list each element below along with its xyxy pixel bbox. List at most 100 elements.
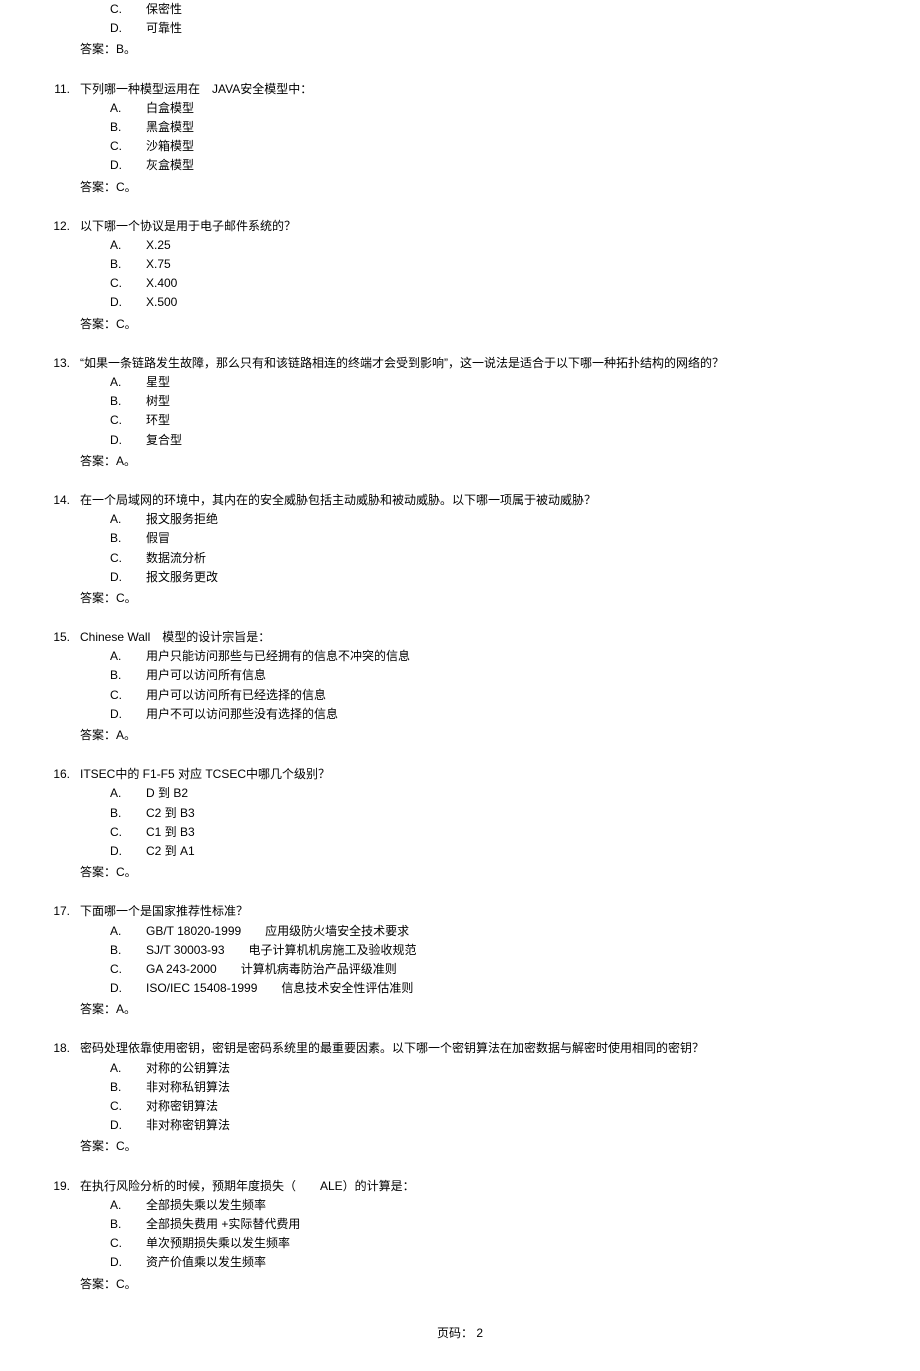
- option-text: 资产价值乘以发生频率: [146, 1253, 880, 1272]
- option-letter: D.: [110, 431, 146, 450]
- question-stem-row: 18.密码处理依靠使用密钥，密钥是密码系统里的最重要因素。以下哪一个密钥算法在加…: [40, 1039, 880, 1058]
- option-letter: A.: [110, 510, 146, 529]
- option-text: ISO/IEC 15408-1999 信息技术安全性评估准则: [146, 979, 880, 998]
- option-text: 全部损失乘以发生频率: [146, 1196, 880, 1215]
- option-row: D.C2 到 A1: [110, 842, 880, 861]
- question-block: 14.在一个局域网的环境中，其内在的安全威胁包括主动威胁和被动威胁。以下哪一项属…: [40, 491, 880, 608]
- answer-line: 答案：C。: [40, 315, 880, 334]
- option-letter: A.: [110, 1196, 146, 1215]
- option-letter: B.: [110, 392, 146, 411]
- footer-page-number: 2: [476, 1326, 483, 1340]
- options-list: A.报文服务拒绝B.假冒C.数据流分析D.报文服务更改: [40, 510, 880, 587]
- question-stem: 在一个局域网的环境中，其内在的安全威胁包括主动威胁和被动威胁。以下哪一项属于被动…: [80, 491, 880, 510]
- question-block: 18.密码处理依靠使用密钥，密钥是密码系统里的最重要因素。以下哪一个密钥算法在加…: [40, 1039, 880, 1156]
- question-stem: ITSEC中的 F1-F5 对应 TCSEC中哪几个级别？: [80, 765, 880, 784]
- question-block: 13.“如果一条链路发生故障，那么只有和该链路相连的终端才会受到影响”，这一说法…: [40, 354, 880, 471]
- question-stem: Chinese Wall 模型的设计宗旨是：: [80, 628, 880, 647]
- question-tail: C.保密性D.可靠性 答案：B。: [40, 0, 880, 60]
- question-number: 15.: [40, 628, 80, 647]
- options-list: A.GB/T 18020-1999 应用级防火墙安全技术要求B.SJ/T 300…: [40, 922, 880, 999]
- option-letter: D.: [110, 1116, 146, 1135]
- option-text: 非对称密钥算法: [146, 1116, 880, 1135]
- answer-line: 答案：C。: [40, 863, 880, 882]
- option-row: D.资产价值乘以发生频率: [110, 1253, 880, 1272]
- option-letter: B.: [110, 666, 146, 685]
- question-block: 16.ITSEC中的 F1-F5 对应 TCSEC中哪几个级别？A.D 到 B2…: [40, 765, 880, 882]
- option-text: 白盒模型: [146, 99, 880, 118]
- question-stem: 下列哪一种模型运用在 JAVA安全模型中：: [80, 80, 880, 99]
- question-block: 17.下面哪一个是国家推荐性标准？A.GB/T 18020-1999 应用级防火…: [40, 902, 880, 1019]
- option-text: 树型: [146, 392, 880, 411]
- option-row: B.C2 到 B3: [110, 804, 880, 823]
- option-row: A.X.25: [110, 236, 880, 255]
- answer-line: 答案：A。: [40, 726, 880, 745]
- option-row: C.数据流分析: [110, 549, 880, 568]
- option-text: X.75: [146, 255, 880, 274]
- option-text: 假冒: [146, 529, 880, 548]
- option-row: C.GA 243-2000 计算机病毒防治产品评级准则: [110, 960, 880, 979]
- options-list: A.白盒模型B.黑盒模型C.沙箱模型D.灰盒模型: [40, 99, 880, 176]
- question-number: 17.: [40, 902, 80, 921]
- option-row: C.C1 到 B3: [110, 823, 880, 842]
- option-letter: D.: [110, 293, 146, 312]
- option-text: GB/T 18020-1999 应用级防火墙安全技术要求: [146, 922, 880, 941]
- question-stem-row: 12.以下哪一个协议是用于电子邮件系统的？: [40, 217, 880, 236]
- question-number: 12.: [40, 217, 80, 236]
- option-letter: C.: [110, 823, 146, 842]
- option-row: D.灰盒模型: [110, 156, 880, 175]
- question-number: 19.: [40, 1177, 80, 1196]
- option-row: D.用户不可以访问那些没有选择的信息: [110, 705, 880, 724]
- question-number: 16.: [40, 765, 80, 784]
- option-row: B.非对称私钥算法: [110, 1078, 880, 1097]
- option-text: 用户不可以访问那些没有选择的信息: [146, 705, 880, 724]
- option-letter: B.: [110, 804, 146, 823]
- option-text: C2 到 A1: [146, 842, 880, 861]
- option-letter: B.: [110, 529, 146, 548]
- option-row: A.报文服务拒绝: [110, 510, 880, 529]
- option-text: 用户只能访问那些与已经拥有的信息不冲突的信息: [146, 647, 880, 666]
- option-row: C.环型: [110, 411, 880, 430]
- option-text: X.25: [146, 236, 880, 255]
- question-stem-row: 14.在一个局域网的环境中，其内在的安全威胁包括主动威胁和被动威胁。以下哪一项属…: [40, 491, 880, 510]
- question-stem-row: 16.ITSEC中的 F1-F5 对应 TCSEC中哪几个级别？: [40, 765, 880, 784]
- option-row: D.可靠性: [110, 19, 880, 38]
- question-stem: 在执行风险分析的时候，预期年度损失（ ALE）的计算是：: [80, 1177, 880, 1196]
- question-number: 18.: [40, 1039, 80, 1058]
- option-letter: D.: [110, 705, 146, 724]
- option-row: C.X.400: [110, 274, 880, 293]
- question-number: 14.: [40, 491, 80, 510]
- question-block: 11.下列哪一种模型运用在 JAVA安全模型中：A.白盒模型B.黑盒模型C.沙箱…: [40, 80, 880, 197]
- option-row: C.对称密钥算法: [110, 1097, 880, 1116]
- option-row: B.假冒: [110, 529, 880, 548]
- answer-line: 答案：C。: [40, 178, 880, 197]
- option-letter: B.: [110, 941, 146, 960]
- option-letter: C.: [110, 549, 146, 568]
- option-letter: A.: [110, 647, 146, 666]
- option-letter: D.: [110, 1253, 146, 1272]
- document-page: C.保密性D.可靠性 答案：B。 11.下列哪一种模型运用在 JAVA安全模型中…: [0, 0, 920, 1371]
- option-row: B.用户可以访问所有信息: [110, 666, 880, 685]
- option-letter: D.: [110, 568, 146, 587]
- question-stem: “如果一条链路发生故障，那么只有和该链路相连的终端才会受到影响”，这一说法是适合…: [80, 354, 880, 373]
- question-stem-row: 13.“如果一条链路发生故障，那么只有和该链路相连的终端才会受到影响”，这一说法…: [40, 354, 880, 373]
- question-stem-row: 19.在执行风险分析的时候，预期年度损失（ ALE）的计算是：: [40, 1177, 880, 1196]
- option-letter: B.: [110, 1078, 146, 1097]
- option-row: A.全部损失乘以发生频率: [110, 1196, 880, 1215]
- options-list: A.全部损失乘以发生频率B.全部损失费用 +实际替代费用C.单次预期损失乘以发生…: [40, 1196, 880, 1273]
- option-row: A.星型: [110, 373, 880, 392]
- options-list: A.对称的公钥算法B.非对称私钥算法C.对称密钥算法D.非对称密钥算法: [40, 1059, 880, 1136]
- option-text: 报文服务更改: [146, 568, 880, 587]
- option-text: 可靠性: [146, 19, 880, 38]
- option-row: A.D 到 B2: [110, 784, 880, 803]
- option-letter: A.: [110, 922, 146, 941]
- option-row: B.全部损失费用 +实际替代费用: [110, 1215, 880, 1234]
- option-text: GA 243-2000 计算机病毒防治产品评级准则: [146, 960, 880, 979]
- options-list: A.X.25B.X.75C.X.400D.X.500: [40, 236, 880, 313]
- option-letter: D.: [110, 156, 146, 175]
- option-row: C.保密性: [110, 0, 880, 19]
- option-row: C.单次预期损失乘以发生频率: [110, 1234, 880, 1253]
- answer-line: 答案：A。: [40, 1000, 880, 1019]
- option-letter: B.: [110, 255, 146, 274]
- option-row: A.对称的公钥算法: [110, 1059, 880, 1078]
- option-text: 单次预期损失乘以发生频率: [146, 1234, 880, 1253]
